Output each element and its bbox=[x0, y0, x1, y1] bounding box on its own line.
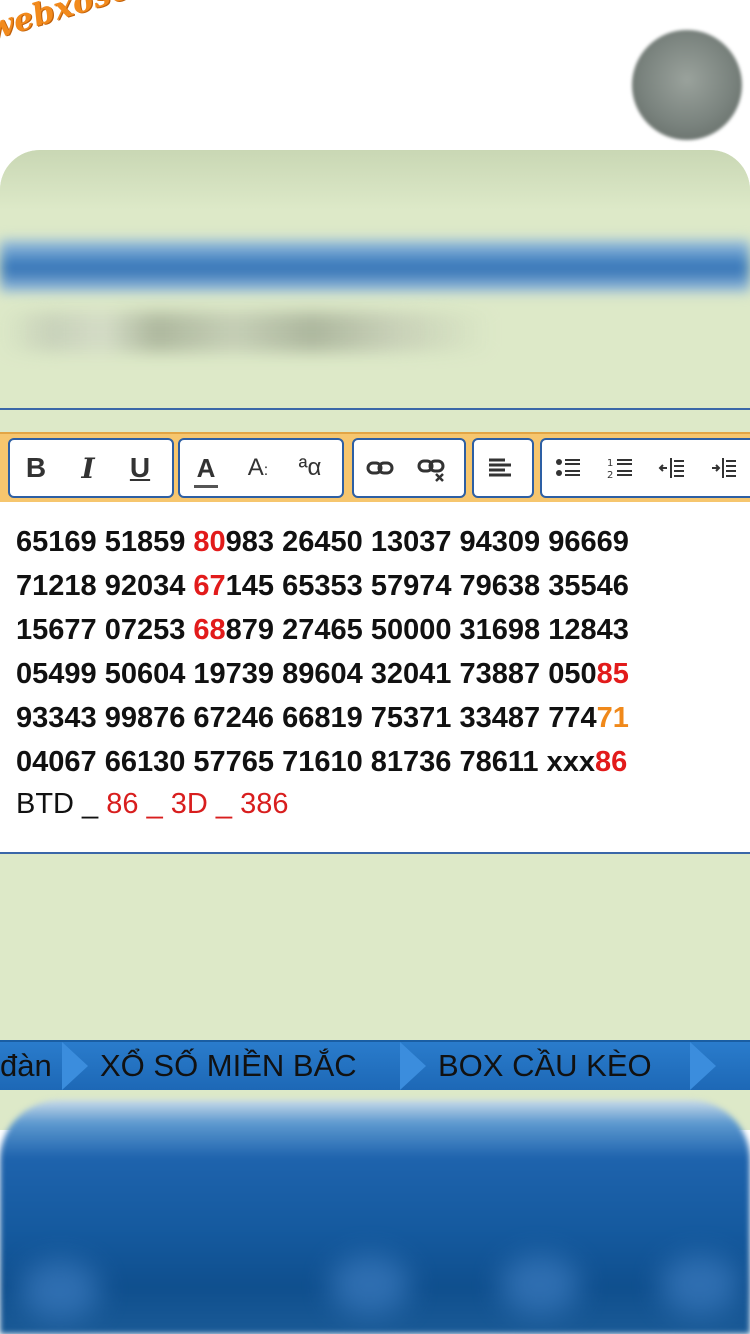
list-group: 12 bbox=[540, 438, 750, 498]
italic-icon: I bbox=[81, 451, 95, 485]
btd-line: BTD _ 86 _ 3D _ 386 bbox=[16, 784, 288, 824]
number-text: 05499 50604 19739 89604 32041 73887 050 bbox=[16, 658, 597, 690]
blurred-subtitle bbox=[0, 312, 520, 352]
nav-item-box-cau-keo[interactable]: BOX CẦU KÈO bbox=[438, 1042, 652, 1090]
font-size-button[interactable]: A: bbox=[232, 440, 284, 496]
nav-item-xo-so-mien-bac[interactable]: XỔ SỐ MIỀN BẮC bbox=[100, 1042, 357, 1090]
bold-button[interactable]: B bbox=[10, 440, 62, 496]
highlighted-number: 85 bbox=[596, 658, 629, 690]
nav-bar: đàn XỔ SỐ MIỀN BẮC BOX CẦU KÈO bbox=[0, 1040, 750, 1092]
underline-icon: U bbox=[129, 452, 151, 483]
font-color-icon: A bbox=[193, 453, 219, 488]
unlink-icon bbox=[417, 459, 445, 482]
format-group: B I U bbox=[8, 438, 174, 498]
outdent-icon bbox=[658, 458, 684, 478]
nav-separator-icon bbox=[62, 1042, 88, 1090]
align-group bbox=[472, 438, 534, 498]
bullet-list-icon bbox=[556, 459, 580, 476]
number-text: 145 65353 57974 79638 35546 bbox=[225, 570, 629, 602]
align-left-button[interactable] bbox=[474, 440, 526, 496]
outdent-button[interactable] bbox=[646, 440, 698, 496]
blurred-title-bar bbox=[0, 240, 750, 292]
number-text: 65169 51859 bbox=[16, 526, 194, 558]
link-icon bbox=[366, 461, 394, 475]
content-background bbox=[0, 854, 750, 1040]
number-row: 04067 66130 57765 71610 81736 78611 xxx8… bbox=[16, 740, 629, 784]
btd-value: 86 _ 3D _ 386 bbox=[106, 788, 289, 820]
font-color-button[interactable]: A bbox=[180, 440, 232, 496]
font-size-icon: A: bbox=[247, 454, 269, 481]
svg-text:1: 1 bbox=[607, 458, 613, 469]
btd-label: BTD _ bbox=[16, 788, 107, 820]
number-row: 05499 50604 19739 89604 32041 73887 0508… bbox=[16, 652, 629, 696]
align-left-icon bbox=[489, 458, 511, 477]
number-row: 71218 92034 67145 65353 57974 79638 3554… bbox=[16, 564, 629, 608]
lottery-numbers: 65169 51859 80983 26450 13037 94309 9666… bbox=[16, 520, 629, 784]
nav-separator-icon bbox=[690, 1042, 716, 1090]
bullet-list-button[interactable] bbox=[542, 440, 594, 496]
highlighted-number: 86 bbox=[594, 746, 628, 778]
underline-button[interactable]: U bbox=[114, 440, 166, 496]
link-button[interactable] bbox=[354, 440, 406, 496]
number-text: 71218 92034 bbox=[16, 570, 194, 602]
number-row: 15677 07253 68879 27465 50000 31698 1284… bbox=[16, 608, 629, 652]
unlink-button[interactable] bbox=[406, 440, 458, 496]
font-family-icon: ªα bbox=[298, 454, 322, 481]
link-group bbox=[352, 438, 466, 498]
highlighted-number: 67 bbox=[193, 570, 226, 602]
number-text: 879 27465 50000 31698 12843 bbox=[225, 614, 629, 646]
highlighted-number: 68 bbox=[193, 614, 226, 646]
highlighted-number: 80 bbox=[193, 526, 226, 558]
italic-button[interactable]: I bbox=[62, 440, 114, 496]
indent-button[interactable] bbox=[698, 440, 750, 496]
numbered-list-button[interactable]: 12 bbox=[594, 440, 646, 496]
font-family-button[interactable]: ªα bbox=[284, 440, 336, 496]
number-text: 93343 99876 67246 66819 75371 33487 774 bbox=[16, 702, 597, 734]
numbered-list-icon: 12 bbox=[607, 458, 632, 481]
nav-separator-icon bbox=[400, 1042, 426, 1090]
svg-text:2: 2 bbox=[607, 470, 613, 481]
number-text: 15677 07253 bbox=[16, 614, 194, 646]
number-text: 04067 66130 57765 71610 81736 78611 xxx bbox=[16, 746, 595, 778]
editor-toolbar: B I U A A: ªα 1 2 bbox=[0, 432, 750, 504]
number-row: 65169 51859 80983 26450 13037 94309 9666… bbox=[16, 520, 629, 564]
indent-icon bbox=[712, 458, 736, 478]
nav-item-partial[interactable]: đàn bbox=[0, 1042, 52, 1090]
site-logo[interactable]: webxoso.net bbox=[0, 0, 216, 90]
number-row: 93343 99876 67246 66819 75371 33487 7747… bbox=[16, 696, 629, 740]
number-text: 983 26450 13037 94309 96669 bbox=[225, 526, 629, 558]
highlighted-number: 71 bbox=[596, 702, 629, 734]
font-group: A A: ªα bbox=[178, 438, 344, 498]
bold-icon: B bbox=[25, 452, 47, 483]
avatar[interactable] bbox=[632, 30, 742, 140]
